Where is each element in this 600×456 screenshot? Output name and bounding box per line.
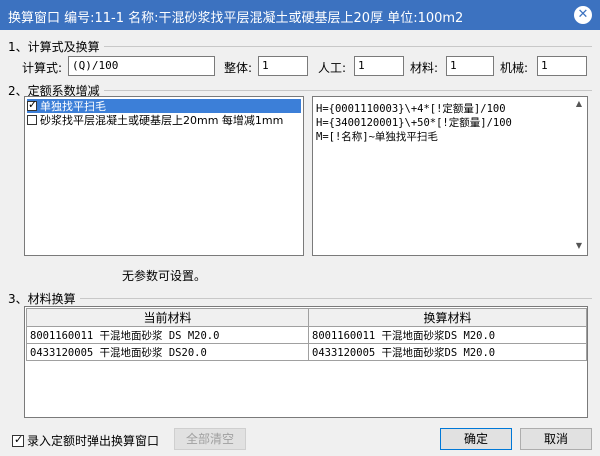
title-bar[interactable]: 换算窗口 编号:11-1 名称:干混砂浆找平层混凝土或硬基层上20厚 单位:10… (0, 0, 600, 30)
material-table-panel: 当前材料 换算材料 8001160011 干混地面砂浆 DS M20.0 800… (24, 306, 588, 418)
section3-divider (8, 298, 592, 299)
option-item-per-mm[interactable]: 砂浆找平层混凝土或硬基层上20mm 每增减1mm (27, 113, 283, 127)
checkbox[interactable]: ✓ (27, 98, 38, 111)
formula-line: M=[!名称]~单独找平扫毛 (316, 131, 438, 143)
whole-input[interactable]: 1 (258, 56, 308, 76)
scroll-up-icon[interactable]: ▲ (572, 99, 586, 111)
column-header-current: 当前材料 (26, 308, 309, 327)
formula-text-area[interactable]: H={0001110003}\+4*[!定额量]/100 H={34001200… (312, 96, 588, 256)
checkmark-icon: ✓ (28, 98, 38, 111)
no-params-text: 无参数可设置。 (122, 269, 207, 283)
cell-replacement-material[interactable]: 8001160011 干混地面砂浆DS M20.0 (308, 326, 587, 344)
coefficient-options-list[interactable]: ✓ 单独找平扫毛 砂浆找平层混凝土或硬基层上20mm 每增减1mm (24, 96, 304, 256)
material-label: 材料: (410, 61, 439, 75)
clear-all-button[interactable]: 全部清空 (174, 428, 246, 450)
column-header-replacement: 换算材料 (308, 308, 587, 327)
checkbox[interactable] (27, 115, 37, 125)
material-table: 当前材料 换算材料 8001160011 干混地面砂浆 DS M20.0 800… (26, 308, 587, 361)
option-label: 砂浆找平层混凝土或硬基层上20mm 每增减1mm (40, 114, 284, 127)
formula-line: H={0001110003}\+4*[!定额量]/100 (316, 103, 506, 115)
cell-current-material: 8001160011 干混地面砂浆 DS M20.0 (26, 326, 309, 344)
popup-checkbox[interactable]: ✓ (12, 432, 24, 447)
formula-label: 计算式: (22, 61, 63, 75)
machine-label: 机械: (500, 61, 529, 75)
checkmark-icon: ✓ (14, 432, 24, 446)
labor-input[interactable]: 1 (354, 56, 404, 76)
close-icon[interactable]: ✕ (574, 6, 592, 24)
labor-label: 人工: (318, 61, 347, 75)
whole-label: 整体: (224, 61, 253, 75)
cell-current-material: 0433120005 干混地面砂浆 DS20.0 (26, 343, 309, 361)
popup-option[interactable]: ✓ 录入定额时弹出换算窗口 (12, 432, 159, 449)
cell-replacement-material[interactable]: 0433120005 干混地面砂浆DS M20.0 (308, 343, 587, 361)
option-item-single-screed[interactable]: ✓ 单独找平扫毛 (27, 98, 301, 113)
popup-checkbox-label: 录入定额时弹出换算窗口 (27, 434, 160, 448)
formula-input[interactable]: (Q)/100 (68, 56, 215, 76)
table-header-row: 当前材料 换算材料 (26, 308, 587, 327)
scroll-down-icon[interactable]: ▼ (572, 241, 586, 253)
formula-line: H={3400120001}\+50*[!定额量]/100 (316, 117, 512, 129)
conversion-window: 换算窗口 编号:11-1 名称:干混砂浆找平层混凝土或硬基层上20厚 单位:10… (0, 0, 600, 456)
cancel-button[interactable]: 取消 (520, 428, 592, 450)
section1-label: 1、计算式及换算 (8, 38, 104, 55)
ok-button[interactable]: 确定 (440, 428, 512, 450)
window-title: 换算窗口 编号:11-1 名称:干混砂浆找平层混凝土或硬基层上20厚 单位:10… (8, 11, 464, 26)
table-row[interactable]: 0433120005 干混地面砂浆 DS20.0 0433120005 干混地面… (26, 343, 587, 361)
machine-input[interactable]: 1 (537, 56, 587, 76)
section3-label: 3、材料换算 (8, 290, 80, 307)
table-row[interactable]: 8001160011 干混地面砂浆 DS M20.0 8001160011 干混… (26, 326, 587, 344)
material-input[interactable]: 1 (446, 56, 494, 76)
